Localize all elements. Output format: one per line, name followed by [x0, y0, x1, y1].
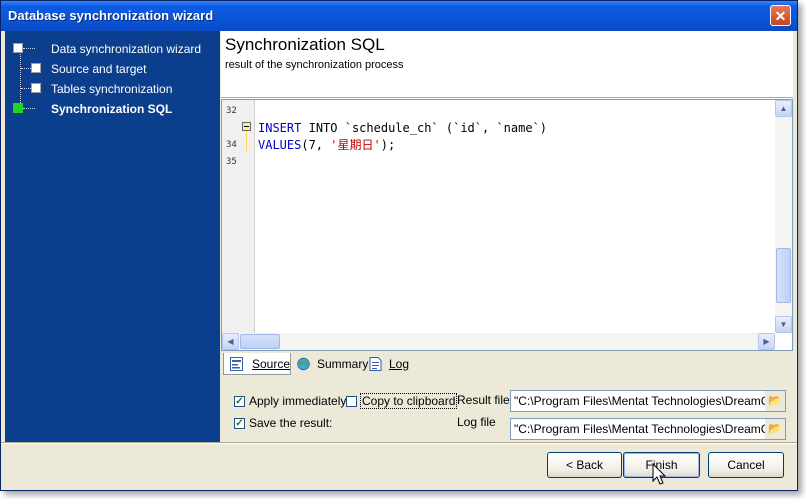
tab-label: Source	[252, 357, 291, 371]
tab-source[interactable]: Source	[223, 353, 291, 375]
tree-connector	[21, 68, 31, 70]
mouse-pointer-icon	[652, 463, 667, 485]
step-marker-icon	[31, 83, 41, 93]
close-icon: ✕	[774, 8, 787, 24]
horizontal-scrollbar[interactable]: ◀ ▶	[222, 333, 775, 350]
tree-connector	[21, 88, 31, 90]
line-number: 34	[226, 140, 237, 150]
apply-immediately-checkbox[interactable]: ✓	[234, 396, 245, 407]
page-header: Synchronization SQL result of the synchr…	[221, 31, 793, 97]
sql-keyword: INSERT	[258, 121, 302, 135]
sql-code[interactable]: INSERT INTO `schedule_ch` (`id`, `name`)…	[258, 120, 547, 154]
line-number: 35	[226, 157, 237, 167]
sql-text: (7,	[301, 138, 331, 152]
window-title: Database synchronization wizard	[8, 8, 214, 23]
copy-to-clipboard-label: Copy to clipboard	[360, 393, 458, 409]
scroll-up-icon[interactable]: ▲	[775, 100, 792, 117]
open-folder-icon[interactable]: 📂	[765, 391, 785, 411]
vertical-scrollbar[interactable]: ▲ ▼	[775, 100, 792, 333]
sql-string: '星期日'	[330, 138, 381, 152]
tree-connector	[23, 48, 35, 50]
save-result-checkbox[interactable]: ✓	[234, 418, 245, 429]
code-line: VALUES(7, '星期日');	[258, 137, 547, 154]
step-marker-icon	[31, 63, 41, 73]
sidebar-item-label: Tables synchronization	[51, 82, 173, 96]
sidebar-item-label: Data synchronization wizard	[51, 42, 202, 56]
log-file-field[interactable]: "C:\Program Files\Mentat Technologies\Dr…	[510, 418, 786, 440]
cancel-button[interactable]: Cancel	[708, 452, 784, 478]
tab-label: Log	[389, 357, 410, 371]
sidebar-item-label: Synchronization SQL	[51, 102, 173, 116]
page-title: Synchronization SQL	[225, 35, 385, 54]
horizontal-scroll-thumb[interactable]	[240, 334, 280, 349]
log-file-value: "C:\Program Files\Mentat Technologies\Dr…	[514, 422, 786, 436]
wizard-window: Database synchronization wizard ✕ Data s…	[0, 0, 798, 491]
result-file-value: "C:\Program Files\Mentat Technologies\Dr…	[514, 394, 786, 408]
sql-keyword: VALUES	[258, 138, 302, 152]
vertical-scroll-thumb[interactable]	[776, 248, 791, 303]
back-button[interactable]: < Back	[547, 452, 622, 478]
sync-options: ✓ Apply immediately Copy to clipboard ✓ …	[221, 381, 793, 441]
sql-icon	[230, 357, 243, 371]
title-bar[interactable]: Database synchronization wizard ✕	[1, 1, 797, 31]
tab-label: Summary	[317, 357, 369, 371]
sql-keyword: INTO	[308, 121, 338, 135]
result-file-label: Result file	[457, 393, 510, 407]
footer-divider	[1, 442, 797, 444]
close-button[interactable]: ✕	[770, 5, 791, 26]
log-file-label: Log file	[457, 415, 496, 429]
tree-connector	[23, 108, 35, 110]
step-marker-icon	[13, 43, 23, 53]
scroll-left-icon[interactable]: ◀	[222, 333, 239, 350]
sql-text: `schedule_ch` (`id`, `name`)	[337, 121, 548, 135]
tree-connector	[20, 49, 22, 111]
code-line: INSERT INTO `schedule_ch` (`id`, `name`)	[258, 120, 547, 137]
fold-range-line	[246, 131, 247, 151]
open-folder-icon[interactable]: 📂	[765, 419, 785, 439]
fold-collapse-icon[interactable]	[242, 122, 251, 131]
scroll-right-icon[interactable]: ▶	[758, 333, 775, 350]
sql-editor[interactable]: 32 34 35 INSERT INTO `schedule_ch` (`id`…	[221, 99, 793, 351]
globe-icon	[297, 357, 310, 371]
wizard-steps-sidebar: Data synchronization wizard Source and t…	[5, 31, 220, 442]
document-icon	[369, 357, 382, 371]
line-number-gutter: 32 34 35	[222, 100, 255, 333]
line-number: 32	[226, 106, 237, 116]
page-subtitle: result of the synchronization process	[225, 59, 404, 71]
tab-summary[interactable]: Summary	[291, 353, 368, 375]
result-file-field[interactable]: "C:\Program Files\Mentat Technologies\Dr…	[510, 390, 786, 412]
current-step-icon	[13, 103, 23, 113]
sidebar-item-label: Source and target	[51, 62, 147, 76]
save-result-label: Save the result:	[249, 416, 333, 430]
scroll-down-icon[interactable]: ▼	[775, 316, 792, 333]
apply-immediately-label: Apply immediately	[249, 394, 347, 408]
sql-text: );	[380, 138, 396, 152]
copy-to-clipboard-checkbox[interactable]	[346, 396, 357, 407]
tab-log[interactable]: Log	[363, 353, 413, 375]
